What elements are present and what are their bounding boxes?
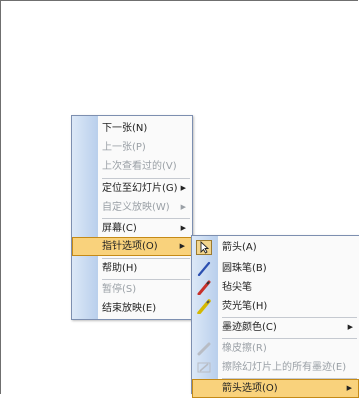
menu-item-label: 橡皮擦(R) <box>222 343 267 354</box>
ballpoint-pen-icon <box>196 261 212 277</box>
submenu-arrow-icon: ▶ <box>180 224 186 232</box>
menu-item-label: 帮助(H) <box>102 263 138 274</box>
menu-item-label: 暂停(S) <box>102 284 137 295</box>
menu-item-ballpoint-pen[interactable]: 圆珠笔(B) <box>192 259 359 278</box>
menu-item-pointer-options[interactable]: 指针选项(O) ▶ <box>72 237 192 256</box>
pointer-options-submenu: 箭头(A) 圆珠笔(B) 毡尖笔 荧光笔(H) 墨迹颜色(C) ▶ 橡皮擦(R)… <box>191 235 359 398</box>
menu-item-label: 箭头选项(O) <box>222 383 278 394</box>
menu-item-label: 圆珠笔(B) <box>222 263 267 274</box>
menu-item-highlighter[interactable]: 荧光笔(H) <box>192 297 359 316</box>
menu-item-label: 毡尖笔 <box>222 282 252 293</box>
arrow-cursor-icon <box>196 240 212 255</box>
felt-tip-pen-icon <box>196 280 212 296</box>
menu-item-label: 墨迹颜色(C) <box>222 322 277 333</box>
menu-item-pause: 暂停(S) <box>72 280 192 299</box>
menu-item-eraser: 橡皮擦(R) <box>192 339 359 358</box>
menu-item-screen[interactable]: 屏幕(C) ▶ <box>72 219 192 238</box>
submenu-arrow-icon: ▶ <box>347 323 353 331</box>
menu-item-last-viewed: 上次查看过的(V) <box>72 157 192 176</box>
erase-all-icon <box>196 360 212 375</box>
eraser-icon <box>196 341 212 356</box>
menu-item-label: 擦除幻灯片上的所有墨迹(E) <box>222 362 347 373</box>
menu-item-label: 上一张(P) <box>102 142 146 153</box>
menu-item-custom-show: 自定义放映(W) ▶ <box>72 198 192 217</box>
menu-item-label: 定位至幻灯片(G) <box>102 183 178 194</box>
menu-item-label: 结束放映(E) <box>102 303 157 314</box>
menu-item-felt-tip-pen[interactable]: 毡尖笔 <box>192 278 359 297</box>
submenu-arrow-icon: ▶ <box>180 184 186 192</box>
menu-item-go-to-slide[interactable]: 定位至幻灯片(G) ▶ <box>72 179 192 198</box>
menu-item-end-show[interactable]: 结束放映(E) <box>72 299 192 318</box>
menu-item-ink-color[interactable]: 墨迹颜色(C) ▶ <box>192 318 359 337</box>
menu-item-label: 箭头(A) <box>222 242 257 253</box>
submenu-arrow-icon: ▶ <box>179 242 185 250</box>
submenu-arrow-icon: ▶ <box>180 203 186 211</box>
menu-item-label: 下一张(N) <box>102 123 148 134</box>
menu-item-help[interactable]: 帮助(H) <box>72 259 192 278</box>
menu-item-label: 上次查看过的(V) <box>102 161 177 172</box>
submenu-arrow-icon: ▶ <box>346 384 352 392</box>
context-menu: 下一张(N) 上一张(P) 上次查看过的(V) 定位至幻灯片(G) ▶ 自定义放… <box>71 115 193 320</box>
highlighter-icon <box>196 299 212 315</box>
menu-item-label: 自定义放映(W) <box>102 202 170 213</box>
menu-item-label: 屏幕(C) <box>102 223 137 234</box>
menu-item-arrow[interactable]: 箭头(A) <box>192 238 359 257</box>
menu-item-erase-all-ink: 擦除幻灯片上的所有墨迹(E) <box>192 358 359 377</box>
menu-item-previous: 上一张(P) <box>72 138 192 157</box>
menu-item-next[interactable]: 下一张(N) <box>72 119 192 138</box>
menu-item-label: 荧光笔(H) <box>222 301 268 312</box>
menu-item-arrow-options[interactable]: 箭头选项(O) ▶ <box>192 379 359 398</box>
menu-item-label: 指针选项(O) <box>102 241 158 252</box>
